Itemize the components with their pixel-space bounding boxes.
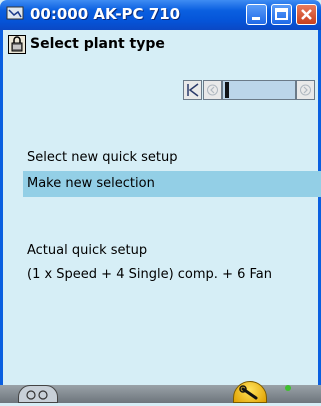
- page-slider[interactable]: [222, 80, 296, 100]
- controller-button[interactable]: [18, 385, 58, 403]
- first-page-button[interactable]: [183, 80, 202, 100]
- first-page-icon: [187, 83, 199, 97]
- wrench-icon: [239, 385, 258, 400]
- minimize-button[interactable]: [246, 4, 267, 25]
- actual-setup-label: Actual quick setup: [27, 243, 148, 258]
- actual-setup-value: (1 x Speed + 4 Single) comp. + 6 Fan: [27, 267, 272, 282]
- prev-page-button[interactable]: [203, 80, 222, 100]
- close-button[interactable]: [296, 4, 317, 25]
- select-setup-label: Select new quick setup: [27, 150, 178, 165]
- window-title: 00:000 AK-PC 710: [30, 5, 181, 23]
- main-panel: Select plant type Select new quick setup: [0, 30, 321, 387]
- tools-button[interactable]: [233, 381, 267, 403]
- page-title: Select plant type: [30, 36, 165, 52]
- status-dot-icon: [285, 385, 291, 391]
- next-page-button[interactable]: [296, 80, 315, 100]
- selection-list-item[interactable]: Make new selection: [23, 171, 321, 197]
- minimize-icon: [252, 17, 260, 20]
- slider-thumb[interactable]: [225, 82, 229, 98]
- prev-page-icon: [207, 84, 218, 96]
- lock-icon[interactable]: [8, 35, 26, 54]
- next-page-icon: [300, 84, 311, 96]
- window-titlebar[interactable]: 00:000 AK-PC 710: [0, 0, 321, 30]
- selection-value: Make new selection: [27, 176, 155, 191]
- maximize-icon: [275, 8, 288, 20]
- bottom-toolbar: [0, 381, 321, 403]
- network-icon: [6, 6, 24, 20]
- controller-icon: [26, 390, 48, 400]
- maximize-button[interactable]: [271, 4, 292, 25]
- close-icon: [301, 9, 312, 20]
